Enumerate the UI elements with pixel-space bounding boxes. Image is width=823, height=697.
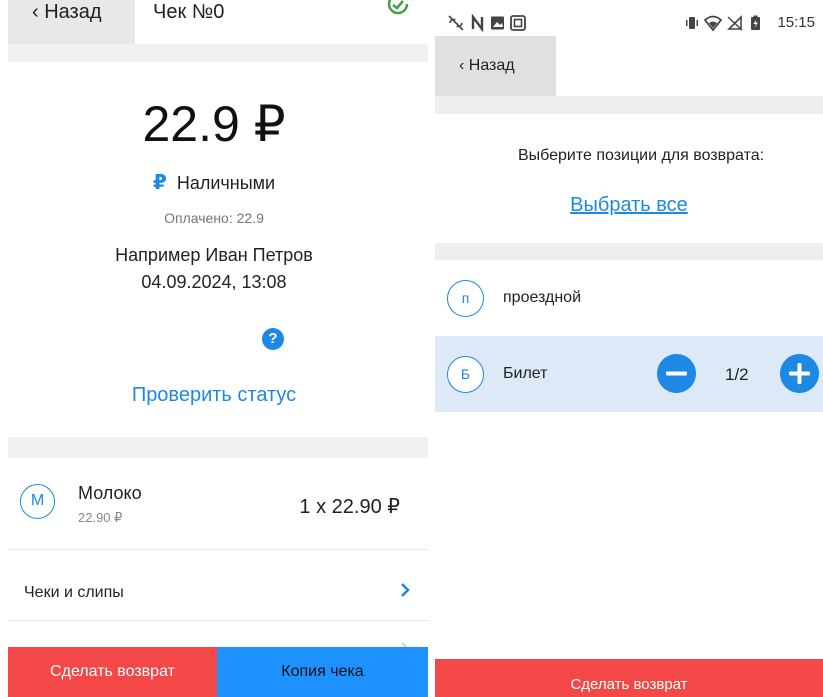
item-name: проездной <box>503 289 581 306</box>
list-item-selected[interactable]: Б Билет 1/2 <box>435 336 823 412</box>
back-button[interactable]: ‹ Назад <box>8 0 135 44</box>
section-divider <box>435 96 823 114</box>
cashier-name: Например Иван Петров <box>115 245 313 265</box>
top-bar: ‹ Назад <box>435 36 823 96</box>
paid-amount: Оплачено: 22.9 <box>0 210 428 226</box>
item-quantity: 1/2 <box>725 365 749 384</box>
item-avatar: Б <box>447 356 484 393</box>
refund-prompt: Выберите позиции для возврата: <box>517 147 765 164</box>
select-all-link[interactable]: Выбрать все <box>435 194 823 217</box>
receipts-and-slips-row[interactable]: Чеки и слипы <box>8 560 428 620</box>
next-row-partial <box>8 621 428 656</box>
ruble-icon: ₽ <box>152 172 167 194</box>
n-icon <box>471 14 484 32</box>
clock: 15:15 <box>777 14 815 31</box>
receipt-detail-screen: ‹ Назад Чек №0 22.9 ₽ ₽ Наличными Оплачен… <box>0 0 428 697</box>
paid-label: Оплачено: <box>164 210 233 226</box>
status-bar: 15:15 <box>435 8 823 36</box>
section-divider <box>8 44 428 62</box>
decrease-quantity-button[interactable] <box>657 354 696 393</box>
divider <box>8 549 428 550</box>
battery-icon <box>751 15 760 30</box>
list-item[interactable]: п проездной <box>435 260 823 336</box>
section-divider <box>435 243 823 260</box>
help-icon[interactable]: ? <box>262 328 284 350</box>
payment-method: ₽ Наличными <box>0 172 428 194</box>
item-avatar: М <box>20 484 55 519</box>
vibrate-icon <box>686 17 698 29</box>
receipts-label: Чеки и слипы <box>24 584 124 601</box>
total-amount: 22.9 ₽ <box>142 96 286 152</box>
copy-receipt-button[interactable]: Копия чека <box>217 647 428 697</box>
screenshot-icon <box>510 15 526 31</box>
refund-button[interactable]: Сделать возврат <box>435 659 823 697</box>
item-name: Билет <box>503 365 548 382</box>
chevron-right-icon <box>401 583 410 597</box>
item-name: Молоко <box>78 483 142 503</box>
check-status-link[interactable]: Проверить статус <box>0 383 428 407</box>
receipt-title: Чек №0 <box>153 1 225 23</box>
receipt-datetime: 04.09.2024, 13:08 <box>141 272 287 292</box>
sync-icon[interactable] <box>386 0 410 16</box>
item-avatar: п <box>447 280 484 317</box>
link-off-icon <box>448 15 464 31</box>
item-unit-price: 22.90 ₽ <box>78 510 123 525</box>
back-button[interactable]: ‹ Назад <box>435 36 556 96</box>
list-item[interactable]: М Молоко 22.90 ₽ 1 x 22.90 ₽ <box>8 458 428 548</box>
section-divider <box>8 437 428 458</box>
item-quantity-total: 1 x 22.90 ₽ <box>299 496 400 518</box>
top-bar: ‹ Назад Чек №0 <box>8 0 428 44</box>
notification-icons <box>448 14 526 32</box>
refund-selection-screen: 15:15 ‹ Назад Выберите позиции для возвр… <box>435 0 823 697</box>
increase-quantity-button[interactable] <box>780 354 819 393</box>
system-icons <box>686 15 760 32</box>
paid-value: 22.9 <box>236 210 264 226</box>
payment-method-label: Наличными <box>176 173 276 193</box>
refund-button[interactable]: Сделать возврат <box>8 647 217 697</box>
